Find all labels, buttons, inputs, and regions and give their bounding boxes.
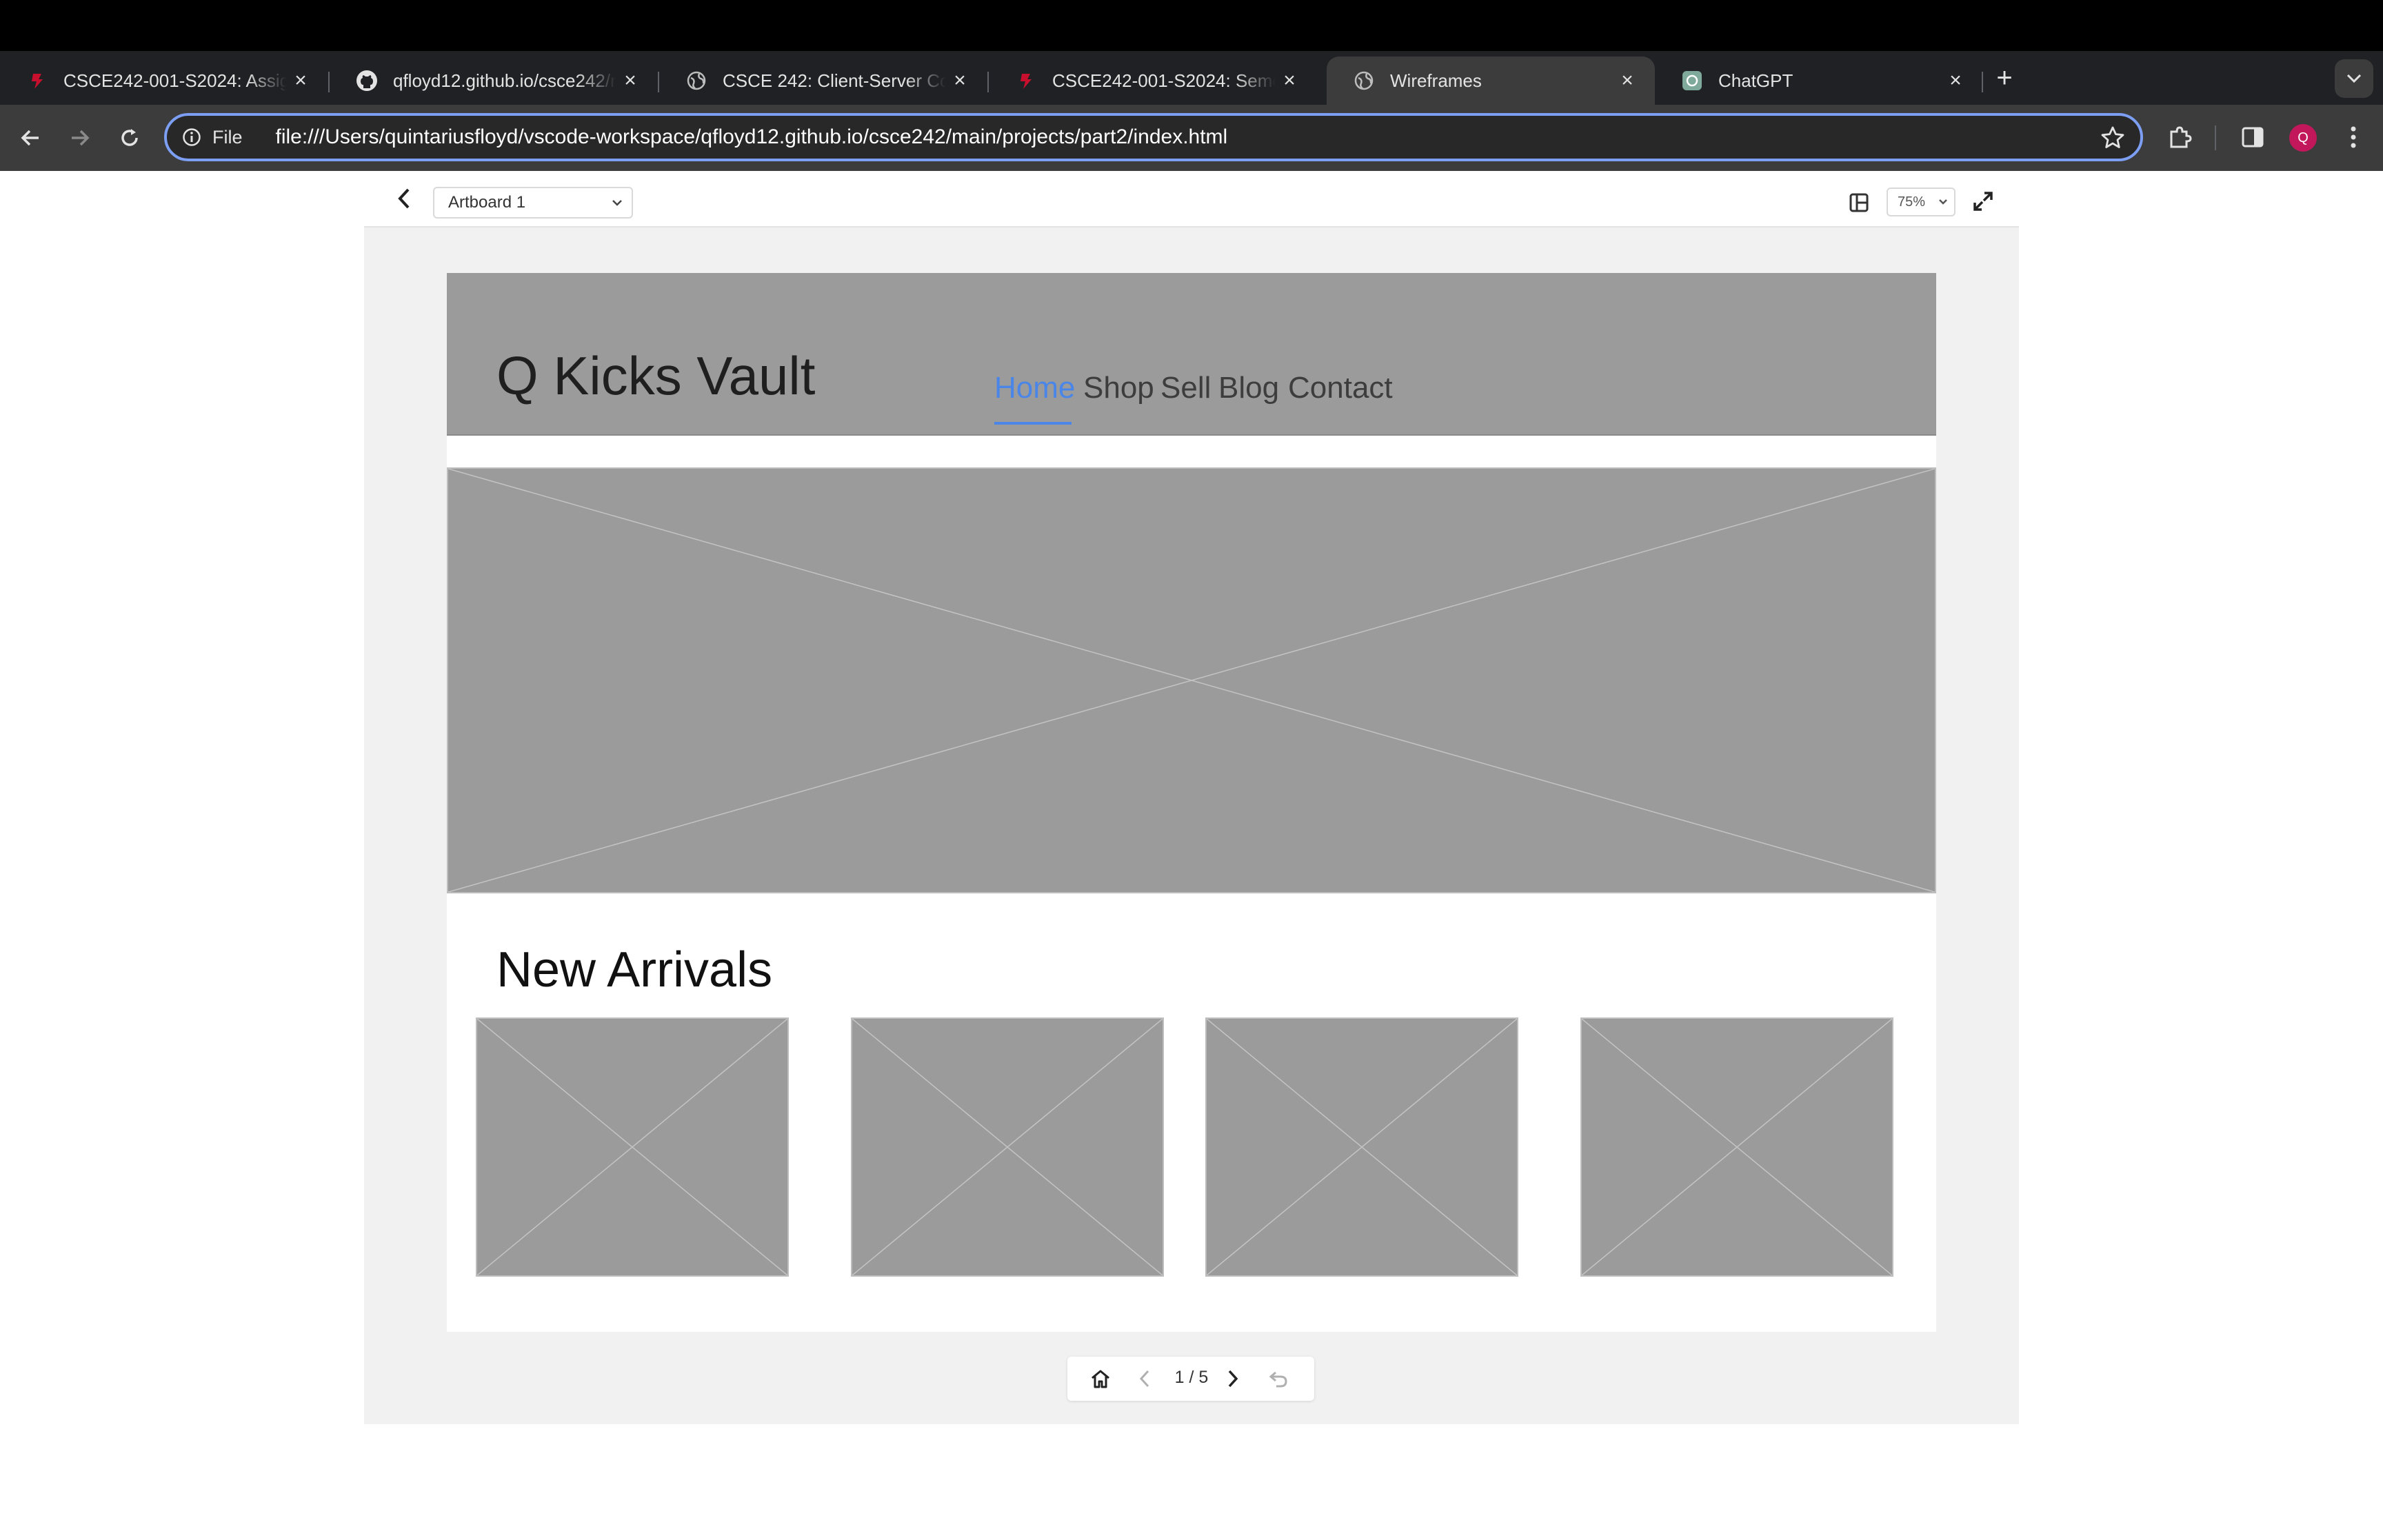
active-nav-underline: [994, 422, 1072, 425]
viewer-toolbar: Artboard 1 75%: [364, 171, 2019, 227]
arrow-left-icon: [21, 130, 39, 146]
chevron-left-icon[interactable]: [1132, 1366, 1157, 1391]
toolbar-separator: [2215, 125, 2216, 150]
url-text[interactable]: file:///Users/quintariusfloyd/vscode-wor…: [276, 125, 1228, 149]
tab-title: qfloyd12.github.io/csce242/main: [393, 70, 616, 91]
tab-csce242[interactable]: CSCE 242: Client-Server Computing ×: [659, 57, 987, 105]
info-icon[interactable]: [181, 126, 203, 148]
layout-toggle-icon[interactable]: [1847, 190, 1871, 215]
page-navigator: 1 / 5: [1067, 1357, 1314, 1401]
tab-github[interactable]: qfloyd12.github.io/csce242/main ×: [330, 57, 658, 105]
home-icon[interactable]: [1088, 1366, 1113, 1391]
reload-button[interactable]: [112, 120, 148, 156]
globe-icon: [1353, 70, 1375, 92]
close-icon[interactable]: ×: [287, 67, 314, 94]
back-button[interactable]: [12, 120, 48, 156]
kebab-menu-icon[interactable]: [2337, 121, 2369, 153]
nav-link-contact[interactable]: Contact: [1288, 371, 1393, 405]
nav-link-blog[interactable]: Blog: [1218, 371, 1279, 405]
new-tab-button[interactable]: +: [1987, 62, 2022, 97]
chevron-down-icon: [1938, 189, 1949, 224]
github-icon: [356, 70, 378, 92]
tab-chatgpt[interactable]: ChatGPT ×: [1655, 57, 1983, 105]
tab-separator: [1982, 72, 1983, 92]
close-icon[interactable]: ×: [1942, 67, 1969, 94]
product-image-placeholder: [851, 1017, 1164, 1277]
product-image-placeholder: [1580, 1017, 1893, 1277]
tab-title: CSCE242-001-S2024: Assignments: [63, 70, 287, 91]
tab-title: CSCE 242: Client-Server Computing: [723, 70, 946, 91]
arrow-right-icon: [72, 130, 90, 146]
tab-search-button[interactable]: [2335, 59, 2373, 98]
tab-strip: CSCE242-001-S2024: Assignments × qfloyd1…: [0, 51, 2383, 105]
scheme-label: File: [212, 126, 243, 148]
chatgpt-icon: [1681, 70, 1703, 92]
reload-icon: [121, 129, 138, 146]
artboard-select-value: Artboard 1: [448, 193, 526, 212]
nav-link-shop[interactable]: Shop: [1083, 371, 1154, 405]
globe-icon: [685, 70, 707, 92]
chevron-down-icon: [611, 188, 623, 227]
asu-icon: [1015, 70, 1037, 92]
artboard-select[interactable]: Artboard 1: [433, 187, 633, 219]
product-image-placeholder: [476, 1017, 789, 1277]
tab-wireframes[interactable]: Wireframes ×: [1327, 57, 1655, 105]
chevron-down-icon: [2346, 74, 2362, 83]
profile-avatar[interactable]: Q: [2289, 124, 2317, 152]
asu-icon: [26, 70, 48, 92]
section-title: New Arrivals: [496, 942, 773, 997]
chevron-left-icon[interactable]: [390, 185, 418, 212]
site-title: Q Kicks Vault: [496, 345, 816, 406]
close-icon[interactable]: ×: [1276, 67, 1303, 94]
undo-icon[interactable]: [1266, 1366, 1291, 1391]
hero-image-placeholder: [447, 467, 1936, 893]
product-image-placeholder: [1205, 1017, 1518, 1277]
tab-title: ChatGPT: [1718, 70, 1793, 91]
address-bar[interactable]: File file:///Users/quintariusfloyd/vscod…: [164, 113, 2143, 161]
close-icon[interactable]: ×: [946, 67, 974, 94]
fullscreen-icon[interactable]: [1971, 189, 1995, 214]
extensions-icon[interactable]: [2164, 121, 2195, 153]
zoom-value: 75%: [1898, 194, 1926, 210]
nav-link-sell[interactable]: Sell: [1160, 371, 1211, 405]
forward-button[interactable]: [62, 120, 98, 156]
tab-title: CSCE242-001-S2024: Semester: [1052, 70, 1276, 91]
star-icon[interactable]: [2100, 125, 2125, 150]
chevron-right-icon[interactable]: [1220, 1366, 1245, 1391]
screen-top-bar: [0, 0, 2383, 51]
page-counter: 1 / 5: [1174, 1368, 1209, 1387]
close-icon[interactable]: ×: [616, 67, 644, 94]
close-icon[interactable]: ×: [1613, 67, 1641, 94]
zoom-select[interactable]: 75%: [1887, 188, 1955, 216]
side-panel-icon[interactable]: [2237, 121, 2269, 153]
tab-assignments[interactable]: CSCE242-001-S2024: Assignments ×: [0, 57, 328, 105]
nav-link-home[interactable]: Home: [994, 371, 1075, 405]
tab-title: Wireframes: [1390, 70, 1482, 91]
tab-semester[interactable]: CSCE242-001-S2024: Semester ×: [989, 57, 1317, 105]
